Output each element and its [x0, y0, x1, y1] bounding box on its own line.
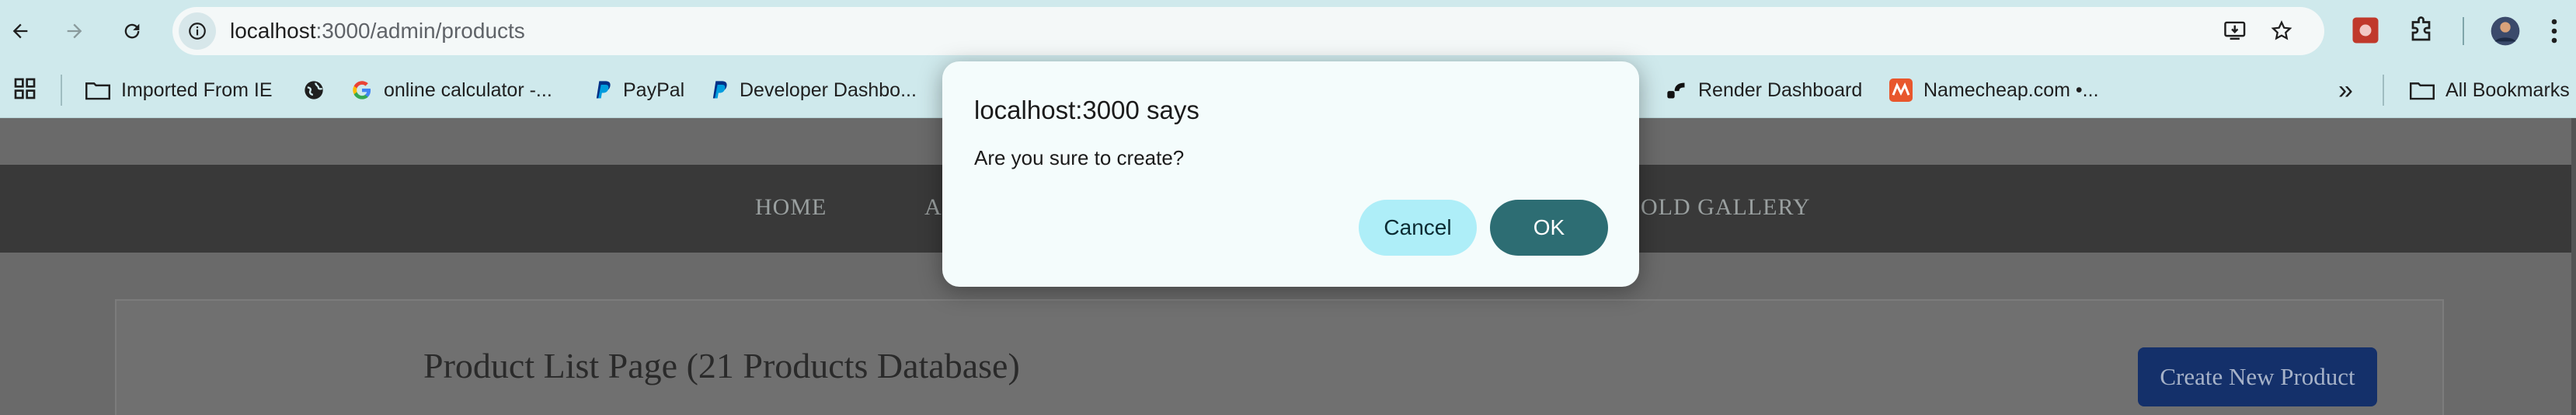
- bookmark-label: online calculator -...: [384, 78, 552, 101]
- google-icon: [351, 79, 373, 101]
- toolbar-divider: [2463, 17, 2464, 45]
- page-scrollbar[interactable]: [2571, 118, 2576, 415]
- dialog-title: localhost:3000 says: [974, 96, 1199, 124]
- reload-icon: [121, 20, 143, 42]
- reload-button[interactable]: [113, 12, 151, 50]
- bookmark-label: Render Dashboard: [1698, 78, 1863, 101]
- bookmark-paypal[interactable]: PayPal: [594, 73, 684, 107]
- bookmark-imported-from-ie[interactable]: Imported From IE: [85, 73, 273, 107]
- forward-arrow-icon: [64, 20, 85, 42]
- extensions-puzzle-icon[interactable]: [2408, 16, 2436, 44]
- bookmark-render-dashboard[interactable]: Render Dashboard: [1666, 73, 1862, 107]
- address-bar[interactable]: localhost:3000/admin/products: [172, 7, 2324, 55]
- install-app-icon[interactable]: [2223, 19, 2248, 43]
- bookmark-globe[interactable]: [303, 73, 325, 107]
- bookmark-namecheap[interactable]: Namecheap.com •...: [1889, 73, 2099, 107]
- bookmarks-overflow-button[interactable]: »: [2338, 73, 2353, 107]
- extension-red-icon[interactable]: [2351, 16, 2379, 44]
- back-arrow-icon: [9, 20, 31, 42]
- bookmark-label: PayPal: [623, 78, 685, 101]
- all-bookmarks-button[interactable]: All Bookmarks: [2410, 73, 2570, 107]
- site-info-button[interactable]: [179, 12, 216, 50]
- dialog-message: Are you sure to create?: [974, 146, 1185, 169]
- url-text: localhost:3000/admin/products: [230, 19, 525, 44]
- bookmark-label: Developer Dashbo...: [740, 78, 917, 101]
- nav-item-partial[interactable]: A: [924, 194, 942, 221]
- render-icon: [1666, 79, 1687, 101]
- info-icon: [187, 21, 207, 41]
- nav-home[interactable]: HOME: [755, 194, 827, 221]
- ok-button[interactable]: OK: [1490, 200, 1608, 256]
- menu-kebab-icon[interactable]: [2550, 17, 2559, 45]
- bookmark-label: Imported From IE: [121, 78, 273, 101]
- page-title: Product List Page (21 Products Database): [423, 346, 1020, 385]
- namecheap-icon: [1889, 78, 1913, 102]
- all-bookmarks-label: All Bookmarks: [2445, 78, 2570, 101]
- bookmark-label: Namecheap.com •...: [1923, 78, 2099, 101]
- bookmarks-separator: [61, 75, 62, 106]
- apps-grid-icon[interactable]: [12, 76, 37, 101]
- profile-avatar[interactable]: [2490, 16, 2521, 47]
- bookmarks-separator: [2383, 75, 2384, 106]
- confirm-dialog: localhost:3000 says Are you sure to crea…: [942, 61, 1639, 287]
- bookmark-online-calculator[interactable]: online calculator -...: [351, 73, 552, 107]
- paypal-icon: [710, 79, 729, 101]
- nav-gold-gallery[interactable]: OLD GALLERY: [1641, 194, 1810, 221]
- forward-button[interactable]: [56, 12, 93, 50]
- folder-icon: [2410, 80, 2435, 100]
- cancel-button[interactable]: Cancel: [1359, 200, 1477, 256]
- paypal-icon: [594, 79, 612, 101]
- back-button[interactable]: [2, 12, 39, 50]
- bookmark-developer-dashboard[interactable]: Developer Dashbo...: [710, 73, 917, 107]
- url-host: localhost: [230, 19, 316, 43]
- folder-icon: [85, 80, 110, 100]
- globe-icon: [303, 79, 325, 101]
- bookmark-star-icon[interactable]: [2270, 19, 2293, 43]
- create-new-product-button[interactable]: Create New Product: [2138, 347, 2377, 406]
- overflow-chevron-icon: »: [2338, 75, 2353, 105]
- url-path: :3000/admin/products: [315, 19, 525, 43]
